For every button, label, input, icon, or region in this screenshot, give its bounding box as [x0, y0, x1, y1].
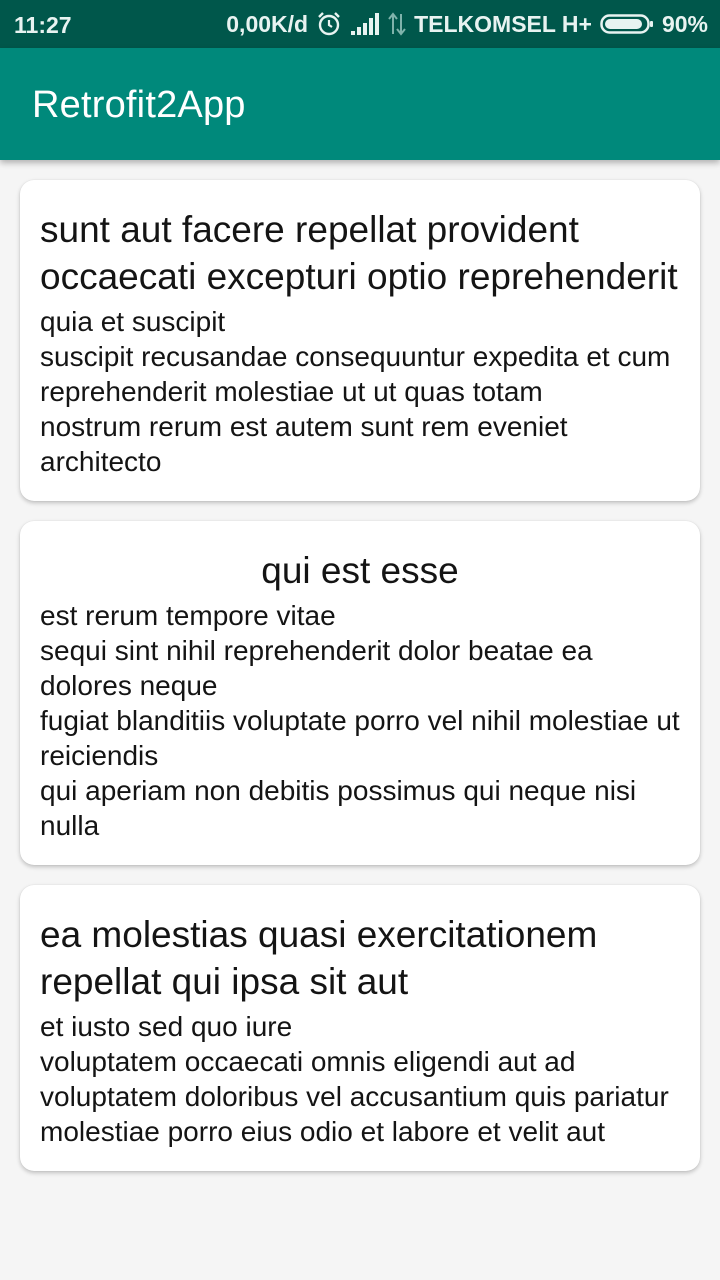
- post-title: qui est esse: [261, 550, 459, 591]
- post-card[interactable]: sunt aut facere repellat provident occae…: [20, 180, 700, 501]
- network-speed: 0,00K/d: [226, 10, 309, 37]
- app-title: Retrofit2App: [32, 84, 246, 126]
- app-bar: Retrofit2App: [0, 48, 720, 160]
- alarm-icon: [316, 11, 342, 37]
- data-transfer-icon: [388, 12, 406, 36]
- battery-level: 90%: [661, 10, 708, 37]
- post-body: et iusto sed quo iure voluptatem occaeca…: [40, 1011, 669, 1147]
- post-card[interactable]: ea molestias quasi exercitationem repell…: [20, 885, 700, 1171]
- post-title: ea molestias quasi exercitationem repell…: [40, 914, 598, 1002]
- battery-icon: [600, 12, 654, 36]
- status-right-group: 0,00K/d TELKOMSEL H+ 90%: [226, 10, 708, 38]
- status-bar: 11:27 0,00K/d TELKOMSEL H+ 90%: [0, 0, 720, 48]
- post-body: est rerum tempore vitae sequi sint nihil…: [40, 600, 680, 841]
- carrier-name: TELKOMSEL H+: [414, 10, 592, 37]
- post-list[interactable]: sunt aut facere repellat provident occae…: [0, 160, 720, 1280]
- post-body: quia et suscipit suscipit recusandae con…: [40, 306, 671, 477]
- post-card[interactable]: qui est esse est rerum tempore vitae seq…: [20, 521, 700, 865]
- signal-icon: [350, 12, 380, 36]
- status-time: 11:27: [14, 12, 72, 38]
- post-title: sunt aut facere repellat provident occae…: [40, 209, 678, 297]
